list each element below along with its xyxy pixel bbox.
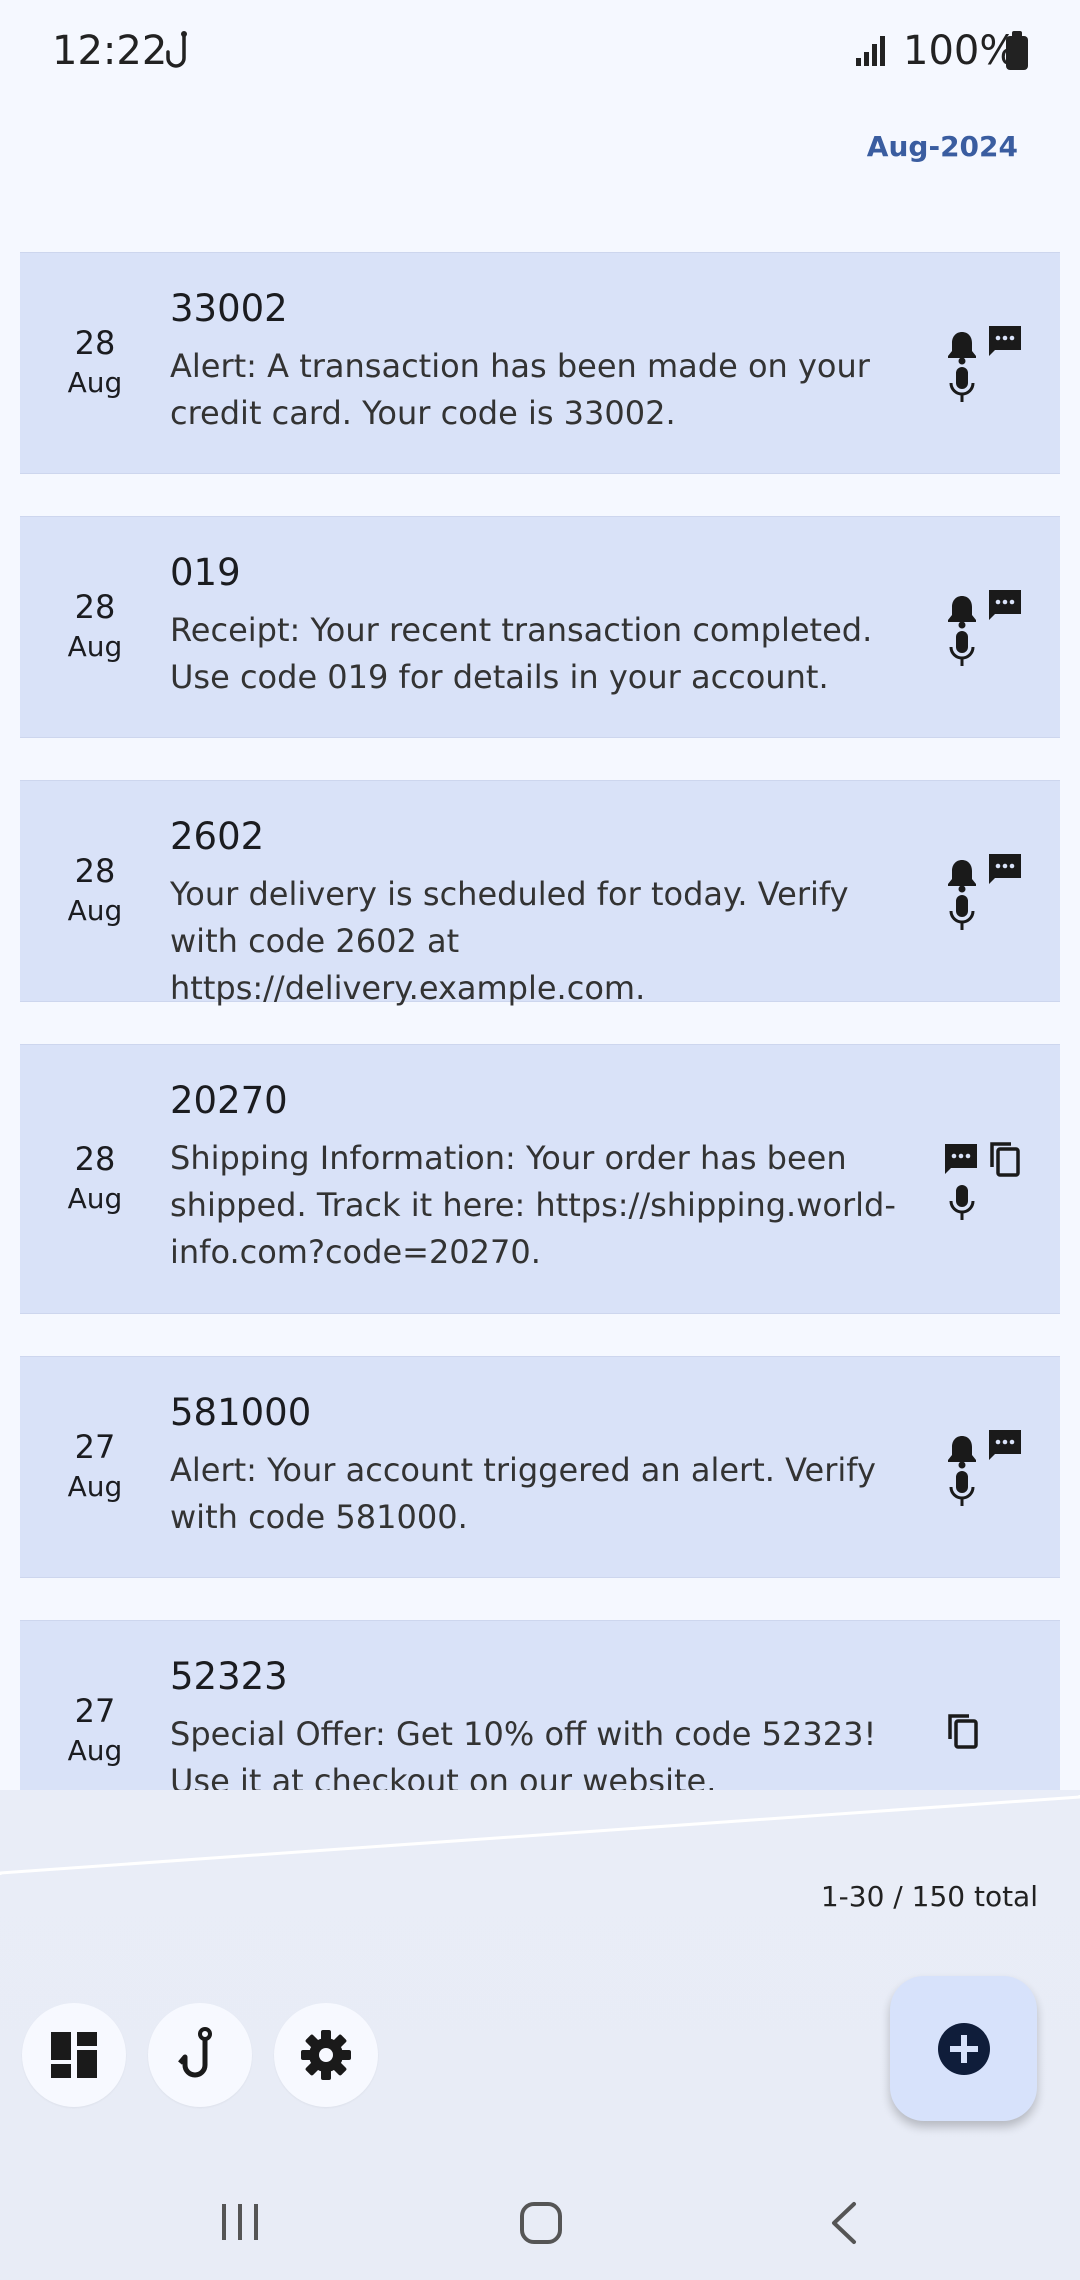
sms-icon[interactable] bbox=[986, 851, 1024, 887]
message-text: Shipping Information: Your order has bee… bbox=[170, 1139, 896, 1271]
hook-icon bbox=[178, 2027, 212, 2078]
sms-icon[interactable] bbox=[986, 587, 1024, 623]
date-month: Aug bbox=[67, 630, 123, 663]
date-day: 27 bbox=[74, 1428, 116, 1466]
dashboard-button[interactable] bbox=[22, 2003, 126, 2107]
battery-percent: 100% bbox=[903, 28, 1018, 74]
message-date: 28 Aug bbox=[20, 1139, 170, 1219]
message-date: 28 Aug bbox=[20, 851, 170, 931]
message-card[interactable]: 28 Aug 019 Receipt: Your recent transact… bbox=[20, 516, 1060, 738]
message-icons bbox=[920, 1427, 1030, 1527]
status-time: 12:22 bbox=[52, 28, 168, 74]
message-code: 2602 bbox=[170, 815, 265, 858]
sms-icon[interactable] bbox=[942, 1141, 980, 1177]
copy-icon[interactable] bbox=[984, 1139, 1024, 1179]
mic-icon[interactable] bbox=[948, 893, 976, 933]
copy-icon[interactable] bbox=[942, 1711, 982, 1751]
sms-icon[interactable] bbox=[986, 1427, 1024, 1463]
recent-apps-icon[interactable] bbox=[218, 2200, 262, 2244]
bell-icon[interactable] bbox=[945, 857, 979, 893]
message-card[interactable]: 28 Aug 2602 Your delivery is scheduled f… bbox=[20, 780, 1060, 1007]
battery-icon bbox=[1006, 31, 1028, 70]
back-icon[interactable] bbox=[826, 2200, 862, 2246]
home-icon[interactable] bbox=[518, 2200, 564, 2246]
date-day: 28 bbox=[74, 324, 116, 362]
message-card[interactable]: 28 Aug 33002 Alert: A transaction has be… bbox=[20, 252, 1060, 474]
message-text: Alert: Your account triggered an alert. … bbox=[170, 1451, 876, 1536]
status-bar: 12:22 100% bbox=[0, 0, 1080, 110]
date-day: 28 bbox=[74, 1140, 116, 1178]
add-circle-icon bbox=[937, 2022, 990, 2075]
settings-button[interactable] bbox=[274, 2003, 378, 2107]
message-code: 52323 bbox=[170, 1655, 288, 1698]
settings-icon bbox=[301, 2030, 351, 2080]
mic-icon[interactable] bbox=[948, 365, 976, 405]
sms-icon[interactable] bbox=[986, 323, 1024, 359]
hook-icon bbox=[166, 31, 187, 68]
date-month: Aug bbox=[67, 894, 123, 927]
message-icons bbox=[920, 587, 1030, 687]
message-icons bbox=[920, 1141, 1030, 1241]
message-code: 20270 bbox=[170, 1079, 288, 1122]
system-nav-bar bbox=[0, 2170, 1080, 2280]
message-icons bbox=[920, 851, 1030, 951]
bell-icon[interactable] bbox=[945, 1433, 979, 1469]
bell-icon[interactable] bbox=[945, 329, 979, 365]
month-label[interactable]: Aug-2024 bbox=[867, 130, 1018, 163]
date-day: 27 bbox=[74, 1692, 116, 1730]
hook-button[interactable] bbox=[148, 2003, 252, 2107]
pagination-text: 1-30 / 150 total bbox=[820, 1880, 1038, 1913]
bell-icon[interactable] bbox=[945, 593, 979, 629]
message-card[interactable]: 28 Aug 20270 Shipping Information: Your … bbox=[20, 1044, 1060, 1314]
message-text: Receipt: Your recent transaction complet… bbox=[170, 611, 873, 696]
dashboard-icon bbox=[51, 2032, 97, 2078]
date-day: 28 bbox=[74, 588, 116, 626]
date-month: Aug bbox=[67, 1734, 123, 1767]
message-text: Your delivery is scheduled for today. Ve… bbox=[170, 875, 849, 1007]
message-code: 019 bbox=[170, 551, 241, 594]
message-code: 33002 bbox=[170, 287, 288, 330]
message-code: 581000 bbox=[170, 1391, 312, 1434]
date-month: Aug bbox=[67, 366, 123, 399]
add-button[interactable] bbox=[890, 1976, 1037, 2121]
message-date: 28 Aug bbox=[20, 587, 170, 667]
mic-icon[interactable] bbox=[948, 1469, 976, 1509]
date-month: Aug bbox=[67, 1470, 123, 1503]
panel-edge bbox=[0, 1795, 1080, 1875]
date-day: 28 bbox=[74, 852, 116, 890]
message-text: Alert: A transaction has been made on yo… bbox=[170, 347, 870, 432]
mic-icon[interactable] bbox=[948, 629, 976, 669]
mic-icon[interactable] bbox=[948, 1183, 976, 1223]
message-card[interactable]: 27 Aug 581000 Alert: Your account trigge… bbox=[20, 1356, 1060, 1578]
message-date: 27 Aug bbox=[20, 1691, 170, 1771]
message-date: 27 Aug bbox=[20, 1427, 170, 1507]
message-icons bbox=[920, 323, 1030, 423]
signal-icon bbox=[856, 36, 885, 66]
date-month: Aug bbox=[67, 1182, 123, 1215]
message-date: 28 Aug bbox=[20, 323, 170, 403]
